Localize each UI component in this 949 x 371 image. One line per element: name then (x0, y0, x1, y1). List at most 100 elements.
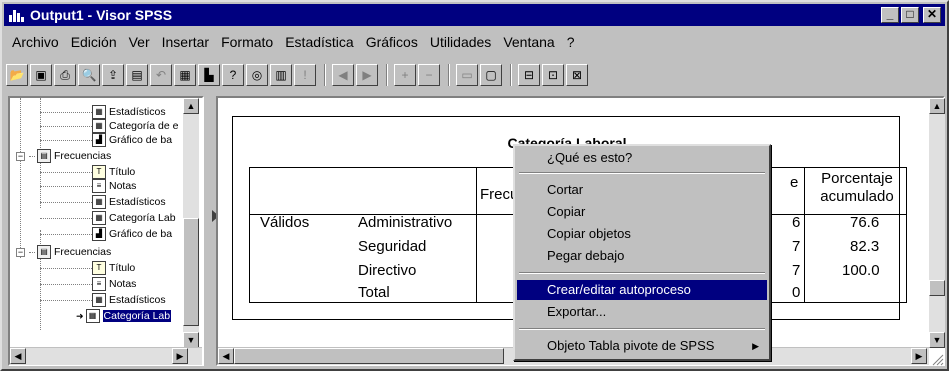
outline-tree[interactable]: ▦ Estadísticos ▦ Categoría de e ▟ Gráfic… (8, 96, 204, 366)
export-icon[interactable]: ⇪ (102, 64, 124, 86)
menu-item-copiar-objetos[interactable]: Copiar objetos (517, 224, 767, 244)
hide-icon[interactable]: ▢ (480, 64, 502, 86)
tree-item-frecuencias[interactable]: − ▤ Frecuencias (16, 245, 111, 259)
scroll-up-icon[interactable]: ▲ (183, 98, 199, 114)
tree-item-categoria[interactable]: ▦ Categoría de e (92, 119, 178, 133)
scroll-up-icon[interactable]: ▲ (929, 98, 945, 114)
scroll-left-icon[interactable]: ◀ (10, 348, 26, 364)
scroll-thumb[interactable] (183, 218, 199, 326)
scroll-right-icon[interactable]: ▶ (172, 348, 188, 364)
row-cumulative: 100.0 (842, 262, 880, 279)
content-vertical-scrollbar[interactable]: ▲ ▼ (929, 98, 945, 348)
menu-graficos[interactable]: Gráficos (360, 34, 424, 50)
group-label-validos: Válidos (260, 214, 310, 231)
row-label: Administrativo (358, 214, 453, 231)
scroll-down-icon[interactable]: ▼ (929, 332, 945, 348)
pane-splitter[interactable] (206, 96, 212, 366)
spss-app-icon (8, 7, 24, 23)
row-valid-tail: 7 (792, 262, 801, 279)
menu-item-objeto-tabla-pivote[interactable]: Objeto Tabla pivote de SPSS ▶ (517, 336, 767, 356)
scroll-left-icon[interactable]: ◀ (218, 348, 234, 364)
row-valid-tail: 0 (792, 284, 801, 301)
notes-item-icon: ≡ (92, 277, 106, 291)
menu-formato[interactable]: Formato (215, 34, 279, 50)
menu-item-que-es-esto[interactable]: ¿Qué es esto? (517, 148, 767, 168)
resize-grip-icon[interactable] (930, 352, 944, 366)
menu-item-crear-editar-autoproceso[interactable]: Crear/editar autoproceso (517, 280, 767, 300)
output-item-icon: ▦ (85, 309, 100, 323)
find-icon[interactable]: ◎ (246, 64, 268, 86)
menu-estadistica[interactable]: Estadística (279, 34, 359, 50)
pivot-icon[interactable]: ! (294, 64, 316, 86)
row-valid-tail: 7 (792, 238, 801, 255)
tree-item-estadisticos[interactable]: ▦ Estadísticos (92, 195, 166, 209)
output-item-icon: ▦ (92, 119, 106, 133)
tree-item-notas[interactable]: ≡ Notas (92, 277, 136, 291)
output-item-icon: ▦ (92, 105, 106, 119)
menu-item-exportar[interactable]: Exportar... (517, 302, 767, 322)
tree-item-estadisticos[interactable]: ▦ Estadísticos (92, 105, 166, 119)
goto-data-icon[interactable]: ▦ (174, 64, 196, 86)
open-icon[interactable]: 📂 (6, 64, 28, 86)
tree-item-estadisticos[interactable]: ▦ Estadísticos (92, 293, 166, 307)
print-preview-icon[interactable]: 🔍 (78, 64, 100, 86)
tree-item-categoria-laboral[interactable]: ▦ Categoría Lab (92, 211, 176, 225)
menu-item-pegar-debajo[interactable]: Pegar debajo (517, 246, 767, 266)
menu-edicion[interactable]: Edición (65, 34, 123, 50)
back-icon[interactable]: ◀ (332, 64, 354, 86)
menu-ver[interactable]: Ver (123, 34, 156, 50)
scroll-thumb[interactable] (929, 280, 945, 296)
expand-icon[interactable]: + (394, 64, 416, 86)
menu-item-copiar[interactable]: Copiar (517, 202, 767, 222)
folder-icon: ▤ (37, 149, 51, 163)
insert-title-icon[interactable]: ⊡ (542, 64, 564, 86)
menu-archivo[interactable]: Archivo (6, 34, 65, 50)
collapse-toggle-icon[interactable]: − (16, 247, 25, 257)
tree-item-frecuencias[interactable]: − ▤ Frecuencias (16, 149, 111, 163)
chart-item-icon: ▟ (92, 133, 106, 147)
undo-icon[interactable]: ↶ (150, 64, 172, 86)
tree-item-notas[interactable]: ≡ Notas (92, 179, 136, 193)
menu-utilidades[interactable]: Utilidades (424, 34, 497, 50)
insert-text-icon[interactable]: ⊠ (566, 64, 588, 86)
row-cumulative: 76.6 (850, 214, 880, 231)
menu-insertar[interactable]: Insertar (156, 34, 215, 50)
menu-help[interactable]: ? (561, 34, 581, 50)
menu-item-label: Objeto Tabla pivote de SPSS (547, 338, 715, 353)
header-porcentaje-valido-tail: e (790, 174, 799, 191)
minimize-button[interactable]: _ (881, 7, 899, 23)
toolbar-separator (386, 64, 388, 86)
dialog-recall-icon[interactable]: ▤ (126, 64, 148, 86)
title-item-icon: T (92, 165, 106, 179)
show-icon[interactable]: ▭ (456, 64, 478, 86)
row-valid-tail: 6 (792, 214, 801, 231)
tree-item-titulo[interactable]: T Título (92, 261, 135, 275)
menu-item-cortar[interactable]: Cortar (517, 180, 767, 200)
collapse-toggle-icon[interactable]: − (16, 151, 25, 161)
tree-item-categoria-laboral-selected[interactable]: ➜ ▦ Categoría Lab (76, 309, 172, 323)
print-icon[interactable]: ⎙ (54, 64, 76, 86)
tree-item-grafico[interactable]: ▟ Gráfico de ba (92, 227, 172, 241)
collapse-icon[interactable]: − (418, 64, 440, 86)
goto-chart-icon[interactable]: ▙ (198, 64, 220, 86)
tree-item-grafico[interactable]: ▟ Gráfico de ba (92, 133, 172, 147)
tree-item-titulo[interactable]: T Título (92, 165, 135, 179)
maximize-button[interactable]: □ (901, 7, 919, 23)
insert-heading-icon[interactable]: ⊟ (518, 64, 540, 86)
scroll-down-icon[interactable]: ▼ (183, 332, 199, 348)
title-bar[interactable]: Output1 - Visor SPSS _ □ ✕ (4, 4, 945, 26)
output-item-icon: ▦ (92, 293, 106, 307)
toolbar-separator (324, 64, 326, 86)
case-icon[interactable]: ▥ (270, 64, 292, 86)
variables-icon[interactable]: ? (222, 64, 244, 86)
tree-horizontal-scrollbar[interactable]: ◀ ▶ (10, 347, 202, 365)
menu-ventana[interactable]: Ventana (497, 34, 560, 50)
save-icon[interactable]: ▣ (30, 64, 52, 86)
scroll-right-icon[interactable]: ▶ (911, 348, 927, 364)
chart-item-icon: ▟ (92, 227, 106, 241)
forward-icon[interactable]: ▶ (356, 64, 378, 86)
menu-separator (519, 172, 765, 174)
scroll-thumb[interactable] (234, 348, 504, 364)
tree-vertical-scrollbar[interactable]: ▲ ▼ (183, 98, 199, 348)
close-button[interactable]: ✕ (923, 7, 941, 23)
